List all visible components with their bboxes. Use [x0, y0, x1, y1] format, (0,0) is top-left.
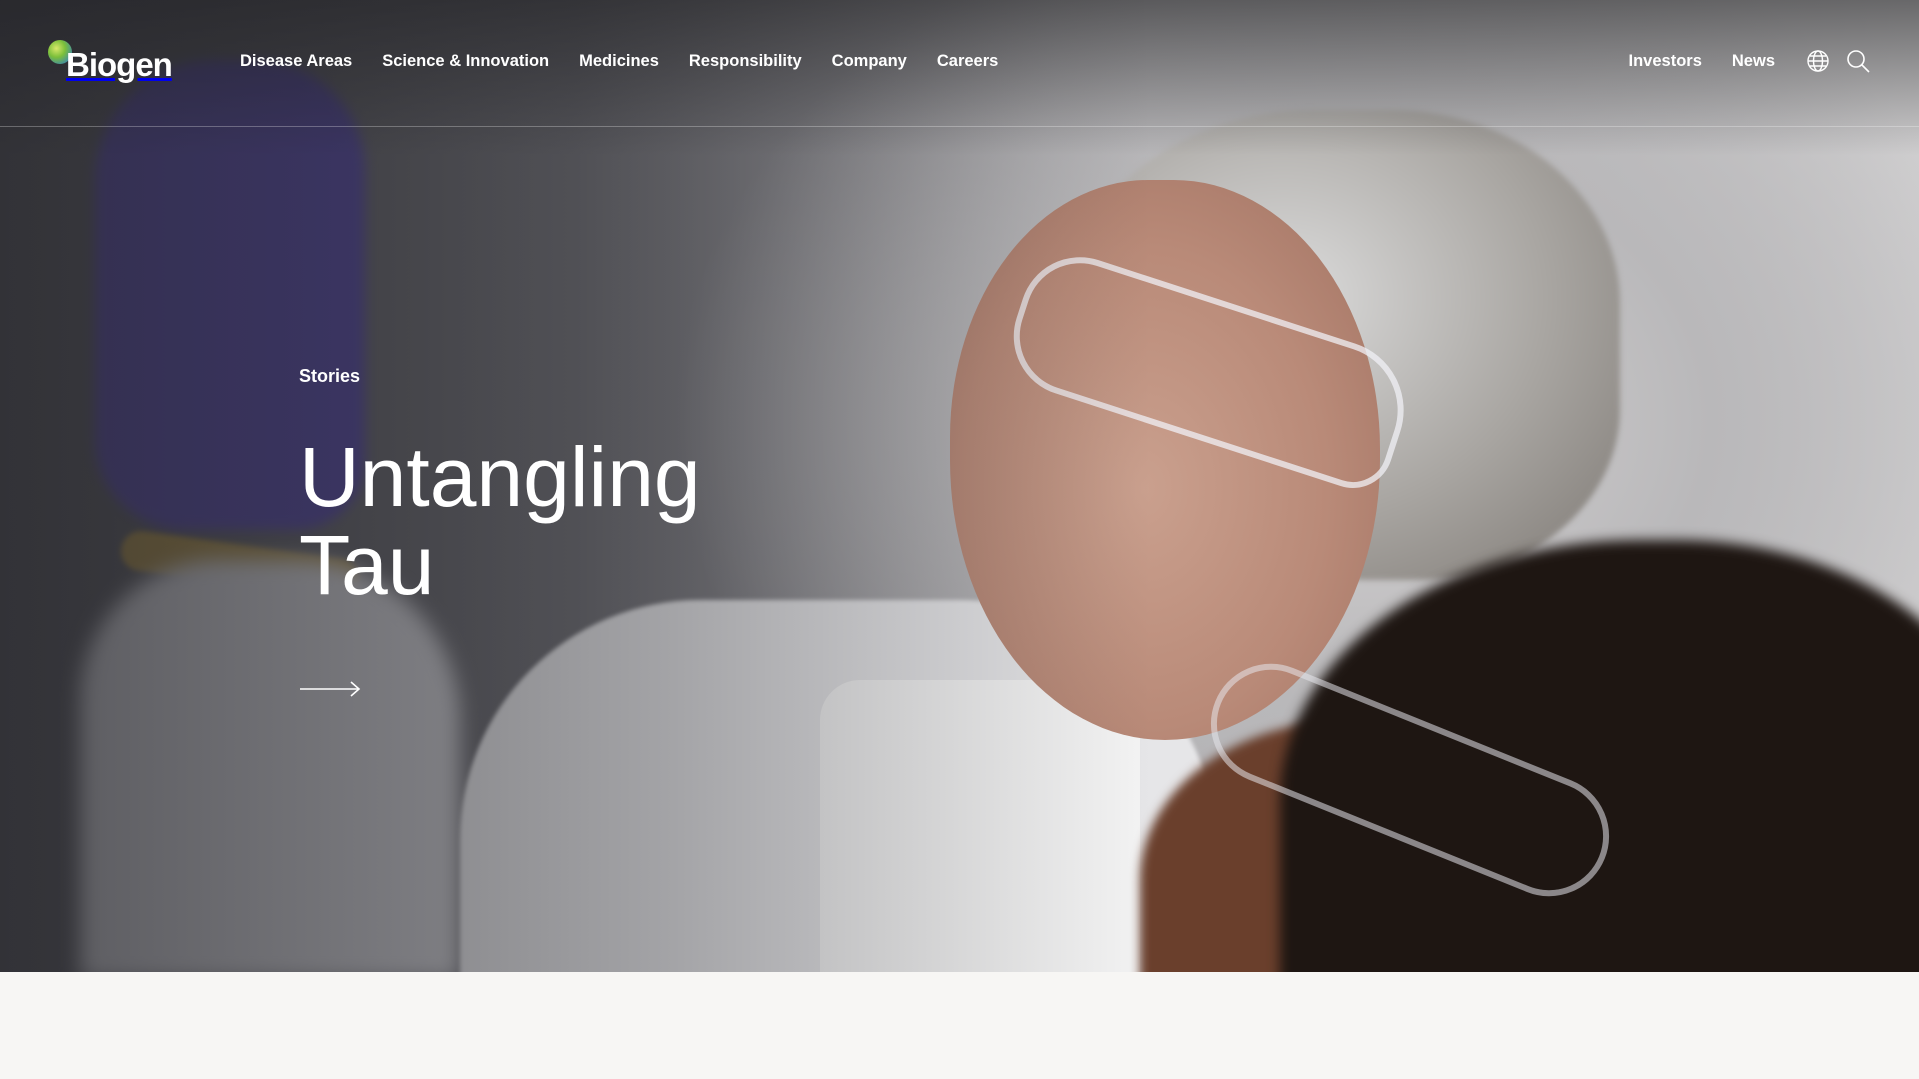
arrow-right-icon[interactable]	[299, 679, 361, 699]
search-icon[interactable]	[1845, 48, 1871, 74]
primary-nav: Disease Areas Science & Innovation Medic…	[240, 52, 998, 71]
nav-careers[interactable]: Careers	[937, 52, 998, 71]
utility-nav: Investors News	[1629, 48, 1871, 74]
nav-news[interactable]: News	[1732, 52, 1775, 71]
nav-medicines[interactable]: Medicines	[579, 52, 659, 71]
page-content-area	[0, 972, 1919, 1079]
utility-icons	[1805, 48, 1871, 74]
hero-content: Stories Untangling Tau	[299, 366, 819, 704]
hero-headline-line-2: Tau	[299, 518, 435, 612]
nav-investors[interactable]: Investors	[1629, 52, 1702, 71]
globe-icon[interactable]	[1805, 48, 1831, 74]
logo-text: Biogen	[66, 46, 173, 83]
nav-disease-areas[interactable]: Disease Areas	[240, 52, 352, 71]
biogen-logo[interactable]: Biogen	[48, 38, 173, 86]
site-header: Biogen Disease Areas Science & Innovatio…	[0, 0, 1919, 127]
hero-eyebrow: Stories	[299, 366, 361, 386]
hero-banner	[0, 0, 1919, 972]
hero-headline-line-1: Untangling	[299, 430, 701, 524]
nav-company[interactable]: Company	[832, 52, 907, 71]
hero-headline: Untangling Tau	[299, 433, 819, 609]
hero-overlay	[0, 0, 1919, 972]
nav-responsibility[interactable]: Responsibility	[689, 52, 802, 71]
nav-science-innovation[interactable]: Science & Innovation	[382, 52, 549, 71]
